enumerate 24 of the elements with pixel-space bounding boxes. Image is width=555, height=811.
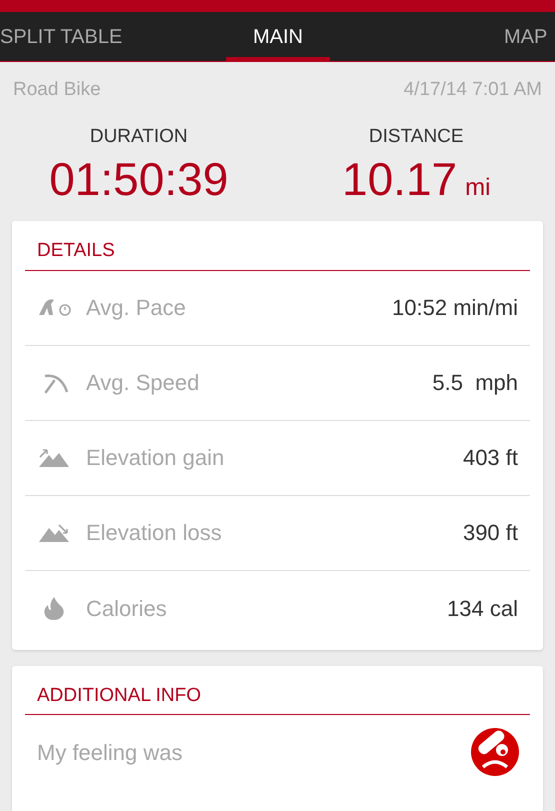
metric-value: 5.5 mph [432,369,518,397]
stat-value: 10.17 [342,152,458,207]
stat-unit: mi [465,173,490,203]
injured-face-icon[interactable] [470,727,520,777]
stat-label: DISTANCE [368,124,464,148]
section-title: ADDITIONAL INFO [25,682,530,715]
tab[interactable]: SPLIT TABLE [0,12,130,61]
metric-label: Calories [86,594,168,622]
section-title: DETAILS [25,237,530,270]
activity-date: 4/17/14 7:01 AM [404,78,542,102]
metric-value: 134 cal [447,594,518,622]
stat-label: DURATION [90,124,188,148]
stat-value: 01:50:39 [49,152,228,207]
metric-label: Elevation loss [86,519,223,547]
metric-label: Avg. Pace [86,294,187,322]
metric-value: 390 ft [462,519,518,547]
metric-value: 403 ft [462,444,518,472]
metric-value: 10:52 min/mi [392,294,518,322]
tab[interactable]: MAIN [226,12,330,61]
tab[interactable]: MAP [504,12,555,61]
feeling-label: My feeling was [37,738,183,767]
metric-label: Elevation gain [86,444,226,472]
metric-label: Avg. Speed [86,369,200,397]
activity-type: Road Bike [13,78,101,102]
